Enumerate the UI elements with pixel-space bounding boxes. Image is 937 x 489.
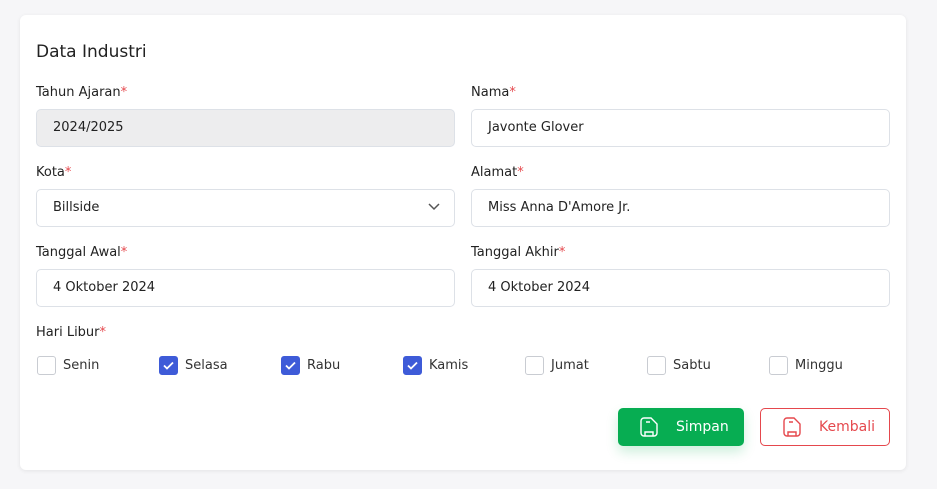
tanggal-akhir-input[interactable]: 4 Oktober 2024 (471, 269, 890, 307)
chevron-down-icon (428, 203, 440, 211)
data-industri-card: Data Industri Tahun Ajaran* 2024/2025 Na… (20, 15, 906, 470)
checkbox-box[interactable] (281, 356, 300, 375)
checkbox-senin[interactable]: Senin (37, 356, 99, 375)
kota-label: Kota* (36, 165, 72, 180)
checkbox-label: Selasa (185, 358, 228, 373)
tanggal-akhir-label: Tanggal Akhir* (471, 245, 566, 260)
kembali-button[interactable]: Kembali (760, 408, 890, 446)
checkbox-label: Rabu (307, 358, 341, 373)
checkbox-box[interactable] (525, 356, 544, 375)
simpan-button[interactable]: Simpan (618, 408, 744, 446)
kota-value: Billside (53, 200, 100, 215)
kota-select[interactable]: Billside (36, 189, 455, 227)
checkbox-box[interactable] (403, 356, 422, 375)
check-icon (285, 361, 296, 370)
checkbox-box[interactable] (647, 356, 666, 375)
checkbox-label: Kamis (429, 358, 469, 373)
checkbox-kamis[interactable]: Kamis (403, 356, 468, 375)
checkbox-box[interactable] (769, 356, 788, 375)
tanggal-awal-input[interactable]: 4 Oktober 2024 (36, 269, 455, 307)
save-icon (640, 417, 658, 437)
checkbox-label: Sabtu (673, 358, 711, 373)
alamat-label: Alamat* (471, 165, 524, 180)
checkbox-label: Minggu (795, 358, 843, 373)
simpan-label: Simpan (676, 419, 729, 435)
check-icon (163, 361, 174, 370)
tahun-ajaran-input: 2024/2025 (36, 109, 455, 147)
save-icon (783, 417, 801, 437)
tahun-ajaran-label: Tahun Ajaran* (36, 85, 128, 100)
checkbox-label: Jumat (551, 358, 589, 373)
checkbox-sabtu[interactable]: Sabtu (647, 356, 711, 375)
checkbox-box[interactable] (159, 356, 178, 375)
alamat-input[interactable]: Miss Anna D'Amore Jr. (471, 189, 890, 227)
hari-libur-label: Hari Libur* (36, 325, 107, 340)
nama-label: Nama* (471, 85, 516, 100)
checkbox-jumat[interactable]: Jumat (525, 356, 589, 375)
tanggal-awal-label: Tanggal Awal* (36, 245, 128, 260)
checkbox-rabu[interactable]: Rabu (281, 356, 340, 375)
check-icon (407, 361, 418, 370)
checkbox-minggu[interactable]: Minggu (769, 356, 843, 375)
kembali-label: Kembali (819, 419, 875, 435)
checkbox-label: Senin (63, 358, 100, 373)
checkbox-box[interactable] (37, 356, 56, 375)
checkbox-selasa[interactable]: Selasa (159, 356, 228, 375)
nama-input[interactable]: Javonte Glover (471, 109, 890, 147)
card-title: Data Industri (36, 42, 147, 62)
